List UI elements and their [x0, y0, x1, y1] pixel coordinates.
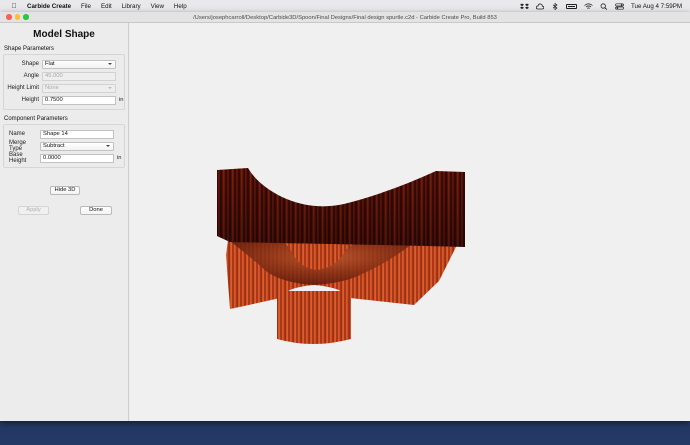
menu-view[interactable]: View [151, 3, 164, 10]
height-limit-value: None [45, 84, 59, 91]
component-parameters-group: Name Shape 14 Merge Type Subtract Base H… [3, 124, 125, 168]
cloud-icon[interactable] [535, 3, 544, 10]
chevron-down-icon [108, 87, 112, 89]
merge-type-label: Merge Type [9, 140, 27, 152]
apple-menu-icon[interactable]:  [9, 3, 19, 10]
shape-row: Shape Flat [4, 58, 124, 70]
shape-label: Shape [21, 61, 39, 67]
name-input[interactable]: Shape 14 [40, 129, 114, 139]
menu-edit[interactable]: Edit [101, 3, 112, 10]
model-cylinder [277, 291, 351, 344]
chevron-down-icon [108, 63, 112, 65]
chevron-down-icon [106, 145, 110, 147]
dropbox-icon[interactable] [519, 3, 529, 10]
apply-button: Apply [18, 206, 49, 215]
height-limit-row: Height Limit None [4, 82, 124, 94]
app-window: /Users/josephcarroll/Desktop/Carbide3D/S… [0, 12, 690, 421]
height-label: Height [21, 97, 39, 103]
name-row: Name Shape 14 [4, 128, 124, 140]
angle-row: Angle 45.000 [4, 70, 124, 82]
menu-help[interactable]: Help [174, 3, 187, 10]
merge-type-value: Subtract [43, 142, 65, 149]
shape-select-value: Flat [45, 60, 55, 67]
shape-parameters-heading: Shape Parameters [4, 46, 55, 52]
done-button[interactable]: Done [80, 206, 112, 215]
title-bar[interactable]: /Users/josephcarroll/Desktop/Carbide3D/S… [0, 12, 690, 23]
bluetooth-icon[interactable] [551, 2, 559, 10]
model-upper-shading [217, 168, 465, 247]
height-input[interactable]: 0.7500 [42, 95, 116, 105]
height-limit-label: Height Limit [7, 85, 39, 91]
base-height-row: Base Height 0.0000 in [4, 152, 124, 164]
battery-icon[interactable] [565, 3, 577, 9]
base-height-label: Base Height [9, 152, 27, 164]
angle-input: 45.000 [42, 71, 116, 81]
merge-type-row: Merge Type Subtract [4, 140, 124, 152]
menu-app[interactable]: Carbide Create [27, 3, 71, 10]
control-center-icon[interactable] [615, 2, 624, 10]
menubar-clock[interactable]: Tue Aug 4 7:59PM [631, 3, 682, 10]
menu-bar:  Carbide Create File Edit Library View … [0, 0, 690, 12]
wifi-icon[interactable] [584, 2, 593, 10]
hide-3d-button[interactable]: Hide 3D [50, 186, 80, 195]
panel-title: Model Shape [33, 29, 95, 40]
height-row: Height 0.7500 in [4, 94, 124, 106]
height-unit: in [119, 97, 124, 103]
base-height-input[interactable]: 0.0000 [40, 153, 114, 163]
menu-library[interactable]: Library [122, 3, 141, 10]
menu-file[interactable]: File [81, 3, 91, 10]
3d-viewport[interactable] [130, 23, 690, 421]
merge-type-select[interactable]: Subtract [40, 141, 114, 151]
base-height-unit: in [117, 155, 122, 161]
window-title: /Users/josephcarroll/Desktop/Carbide3D/S… [193, 14, 497, 21]
shape-select[interactable]: Flat [42, 59, 116, 69]
angle-label: Angle [23, 73, 39, 79]
component-parameters-heading: Component Parameters [4, 116, 68, 122]
name-label: Name [9, 131, 26, 137]
spotlight-search-icon[interactable] [600, 2, 608, 10]
height-limit-select: None [42, 83, 116, 93]
3d-model-render [217, 168, 465, 344]
model-shape-panel: Model Shape Shape Parameters Shape Flat … [0, 23, 129, 421]
shape-parameters-group: Shape Flat Angle 45.000 Height Limit Non… [3, 54, 125, 110]
